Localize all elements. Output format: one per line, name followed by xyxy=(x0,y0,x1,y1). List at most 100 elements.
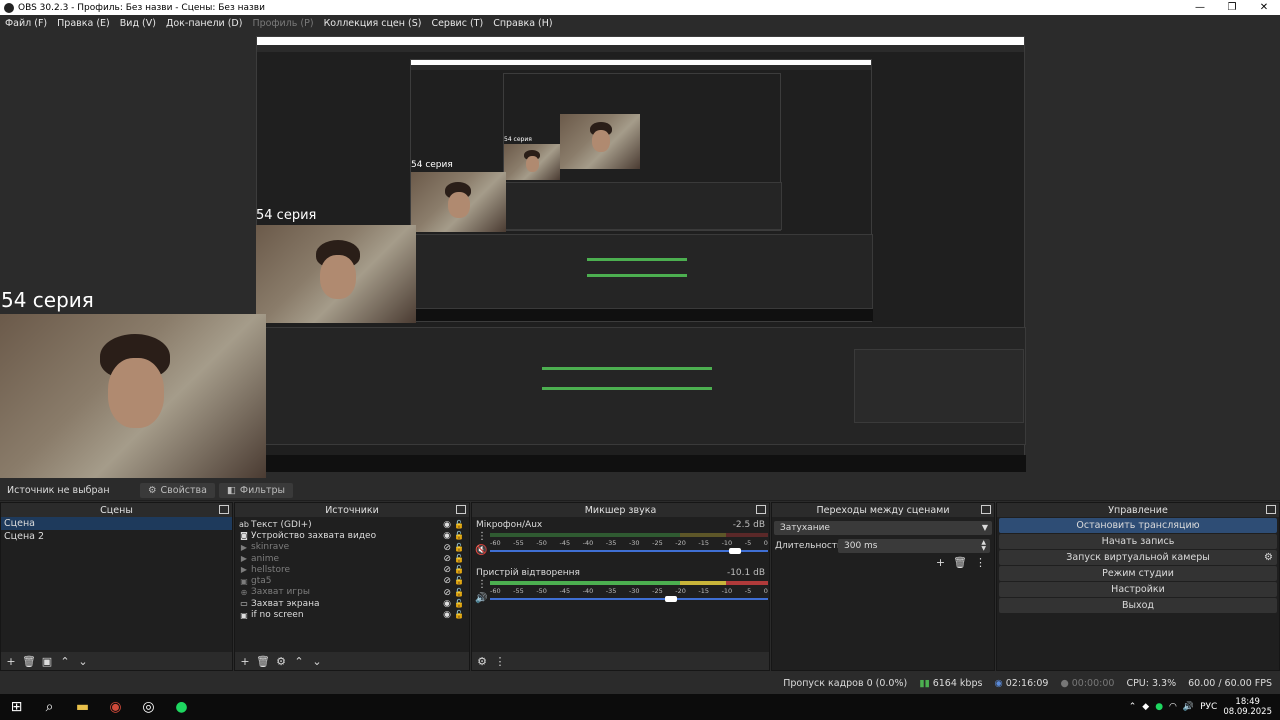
source-item[interactable]: ▭ Захват экрана ◉ 🔓 xyxy=(235,598,469,609)
eye-hidden-icon[interactable]: ⊘ xyxy=(443,565,451,575)
source-item[interactable]: ▣ if no screen ◉ 🔓 xyxy=(235,609,469,620)
speaker-icon[interactable]: 🔊 xyxy=(475,593,487,604)
undock-icon[interactable] xyxy=(219,505,229,514)
windows-taskbar: ⊞ ⌕ ▬ ◉ ◎ ● ⌃ ◆ ● ◠ 🔊 РУС 18:49 08.09.20… xyxy=(0,694,1280,720)
transition-type-select[interactable]: Затухание ▼ xyxy=(774,520,992,535)
menu-tools[interactable]: Сервис (T) xyxy=(431,18,483,29)
lock-icon[interactable]: 🔓 xyxy=(454,599,464,608)
window-controls: — ❐ ✕ xyxy=(1184,0,1280,15)
advanced-audio-gear-icon[interactable]: ⚙ xyxy=(475,654,489,668)
speaker-muted-icon[interactable]: 🔇 xyxy=(475,545,487,556)
lock-icon[interactable]: 🔓 xyxy=(454,531,464,540)
lock-icon[interactable]: 🔓 xyxy=(454,576,464,585)
lock-icon[interactable]: 🔓 xyxy=(454,588,464,597)
eye-hidden-icon[interactable]: ⊘ xyxy=(443,588,451,598)
menu-view[interactable]: Вид (V) xyxy=(120,18,156,29)
settings-button[interactable]: Настройки xyxy=(999,582,1277,597)
move-up-icon[interactable]: ⌃ xyxy=(292,654,306,668)
menu-file[interactable]: Файл (F) xyxy=(5,18,47,29)
move-up-icon[interactable]: ⌃ xyxy=(58,654,72,668)
undock-icon[interactable] xyxy=(456,505,466,514)
eye-icon[interactable]: ◉ xyxy=(443,610,451,620)
add-transition-button[interactable]: + xyxy=(936,556,945,569)
maximize-button[interactable]: ❐ xyxy=(1216,0,1248,15)
clock[interactable]: 18:49 08.09.2025 xyxy=(1223,697,1272,717)
eye-icon[interactable]: ◉ xyxy=(443,520,451,530)
gear-icon[interactable]: ⚙ xyxy=(1264,552,1273,563)
kebab-menu-icon[interactable]: ⋮ xyxy=(975,556,986,569)
obs-taskbar-icon[interactable]: ◎ xyxy=(132,694,165,720)
slider-handle[interactable] xyxy=(664,596,677,602)
spotify-icon[interactable]: ● xyxy=(165,694,198,720)
filters-icon[interactable]: ▣ xyxy=(40,654,54,668)
lock-icon[interactable]: 🔓 xyxy=(454,554,464,563)
stop-streaming-button[interactable]: Остановить трансляцию xyxy=(999,518,1277,533)
menu-help[interactable]: Справка (H) xyxy=(493,18,552,29)
preview-canvas[interactable]: 54 серия 54 серия 54 серия 54 серия xyxy=(0,32,1280,480)
kebab-menu-icon[interactable]: ⋮ xyxy=(493,654,507,668)
source-item[interactable]: ▶ anime ⊘ 🔓 xyxy=(235,553,469,564)
lock-icon[interactable]: 🔓 xyxy=(454,610,464,619)
network-icon[interactable]: ◆ xyxy=(1142,702,1149,712)
eye-hidden-icon[interactable]: ⊘ xyxy=(443,543,451,553)
volume-icon[interactable]: 🔊 xyxy=(1183,702,1194,712)
volume-slider[interactable] xyxy=(490,596,768,602)
duration-label: Длительность xyxy=(775,540,843,551)
add-source-button[interactable]: + xyxy=(238,654,252,668)
source-item[interactable]: ab Текст (GDI+) ◉ 🔓 xyxy=(235,519,469,530)
fps-counter: 60.00 / 60.00 FPS xyxy=(1188,677,1272,689)
properties-button[interactable]: ⚙ Свойства xyxy=(140,482,215,498)
source-item[interactable]: ◙ Устройство захвата видео ◉ 🔓 xyxy=(235,530,469,541)
volume-slider[interactable] xyxy=(490,548,768,554)
windows-start-icon[interactable]: ⊞ xyxy=(0,694,33,720)
slider-handle[interactable] xyxy=(728,548,741,554)
undock-icon[interactable] xyxy=(1266,505,1276,514)
chevron-up-icon[interactable]: ⌃ xyxy=(1129,702,1137,712)
source-item[interactable]: ▶ hellstore ⊘ 🔓 xyxy=(235,564,469,575)
search-icon[interactable]: ⌕ xyxy=(33,694,66,720)
meter-tick-label: -10 xyxy=(721,539,733,547)
eye-icon[interactable]: ◉ xyxy=(443,599,451,609)
keyboard-language[interactable]: РУС xyxy=(1200,702,1217,712)
lock-icon[interactable]: 🔓 xyxy=(454,565,464,574)
move-down-icon[interactable]: ⌄ xyxy=(76,654,90,668)
wifi-icon[interactable]: ◠ xyxy=(1169,702,1177,712)
trash-icon[interactable]: 🗑 xyxy=(256,654,270,668)
scene-item[interactable]: Сцена xyxy=(1,517,232,530)
menu-docks[interactable]: Док-панели (D) xyxy=(166,18,242,29)
gear-icon[interactable]: ⚙ xyxy=(274,654,288,668)
move-down-icon[interactable]: ⌄ xyxy=(310,654,324,668)
stream-icon: ◉ xyxy=(994,677,1003,689)
filters-button[interactable]: ◧ Фильтры xyxy=(218,482,294,498)
source-item[interactable]: ⊕ Захват игры ⊘ 🔓 xyxy=(235,587,469,598)
kebab-menu-icon[interactable]: ⋮ xyxy=(477,579,487,590)
duration-spinbox[interactable]: 300 ms ▲ ▼ xyxy=(838,538,990,553)
spotify-tray-icon[interactable]: ● xyxy=(1155,702,1163,712)
menu-edit[interactable]: Правка (E) xyxy=(57,18,110,29)
nested-obs-window-2: 54 серия 54 серия xyxy=(410,59,873,322)
file-explorer-icon[interactable]: ▬ xyxy=(66,694,99,720)
eye-hidden-icon[interactable]: ⊘ xyxy=(443,576,451,586)
chrome-icon[interactable]: ◉ xyxy=(99,694,132,720)
trash-icon[interactable]: 🗑 xyxy=(22,654,36,668)
game-icon: ⊕ xyxy=(240,587,248,597)
scene-item[interactable]: Сцена 2 xyxy=(1,530,232,543)
minimize-button[interactable]: — xyxy=(1184,0,1216,15)
start-virtual-camera-button[interactable]: Запуск виртуальной камеры ⚙ xyxy=(999,550,1277,565)
eye-icon[interactable]: ◉ xyxy=(443,531,451,541)
source-item[interactable]: ▣ gta5 ⊘ 🔓 xyxy=(235,575,469,586)
menu-scene-collection[interactable]: Коллекция сцен (S) xyxy=(324,18,422,29)
studio-mode-button[interactable]: Режим студии xyxy=(999,566,1277,581)
eye-hidden-icon[interactable]: ⊘ xyxy=(443,554,451,564)
trash-icon[interactable]: 🗑 xyxy=(953,556,967,569)
lock-icon[interactable]: 🔓 xyxy=(454,520,464,529)
exit-button[interactable]: Выход xyxy=(999,598,1277,613)
close-button[interactable]: ✕ xyxy=(1248,0,1280,15)
kebab-menu-icon[interactable]: ⋮ xyxy=(477,531,487,542)
undock-icon[interactable] xyxy=(981,505,991,514)
add-scene-button[interactable]: + xyxy=(4,654,18,668)
lock-icon[interactable]: 🔓 xyxy=(454,543,464,552)
undock-icon[interactable] xyxy=(756,505,766,514)
source-item[interactable]: ▶ skinrave ⊘ 🔓 xyxy=(235,542,469,553)
start-recording-button[interactable]: Начать запись xyxy=(999,534,1277,549)
